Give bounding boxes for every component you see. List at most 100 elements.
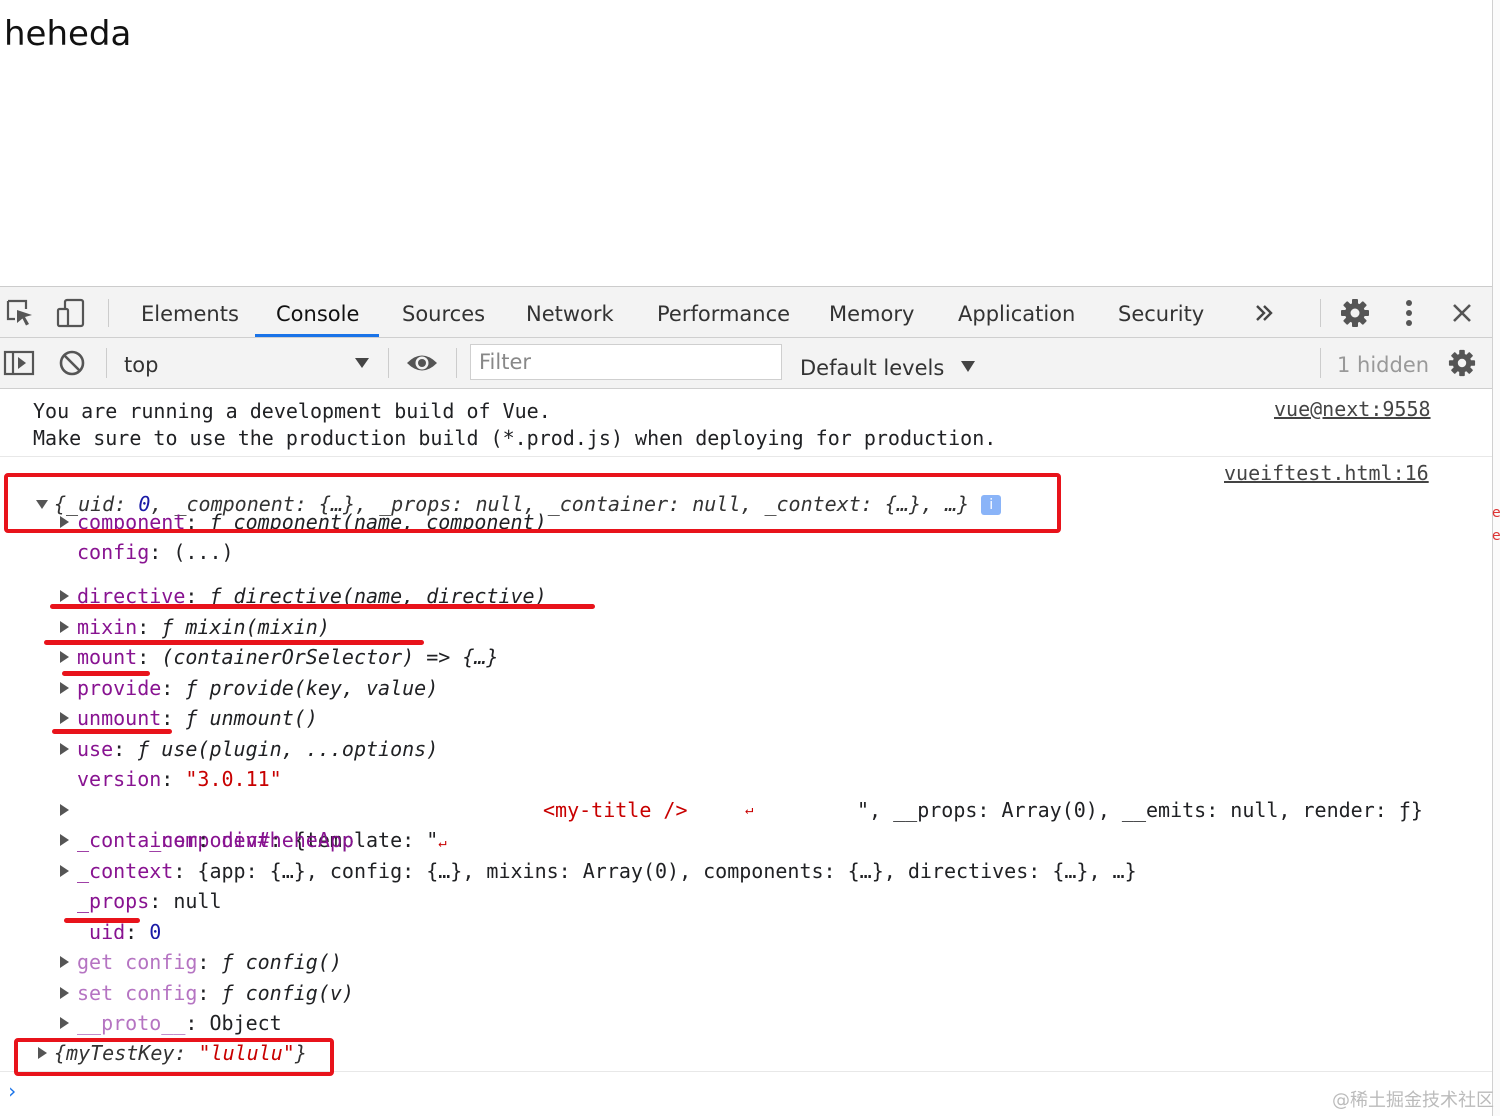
console-prompt[interactable]: › bbox=[6, 1079, 18, 1103]
expand-triangle-icon[interactable] bbox=[60, 834, 69, 846]
property-row[interactable]: _component: {template: "↵ <my-title /> ↵… bbox=[77, 795, 1457, 852]
eye-icon[interactable] bbox=[404, 350, 440, 376]
property-row[interactable]: mount: (containerOrSelector) => {…} bbox=[77, 642, 498, 672]
property-value: ƒ mixin(mixin) bbox=[161, 615, 330, 639]
property-row[interactable]: _container: div#heheApp bbox=[77, 825, 354, 855]
expand-triangle-icon[interactable] bbox=[60, 621, 69, 633]
expand-triangle-icon[interactable] bbox=[60, 1017, 69, 1029]
property-row[interactable]: set config: ƒ config(v) bbox=[77, 978, 354, 1008]
property-value: (containerOrSelector) => {…} bbox=[161, 645, 499, 669]
property-row[interactable]: _props: null bbox=[77, 886, 222, 916]
tab-sources[interactable]: Sources bbox=[402, 287, 485, 337]
return-symbol: ↵ bbox=[745, 802, 754, 818]
property-key: _container bbox=[77, 828, 198, 852]
property-colon: : bbox=[149, 889, 174, 913]
device-toolbar-icon[interactable] bbox=[54, 296, 88, 330]
sidebar-toggle-icon[interactable] bbox=[2, 347, 36, 379]
settings-icon[interactable] bbox=[1446, 348, 1478, 378]
expand-triangle-icon[interactable] bbox=[60, 743, 69, 755]
expand-triangle-icon[interactable] bbox=[60, 804, 69, 816]
property-key: use bbox=[77, 737, 114, 761]
close-icon[interactable] bbox=[1446, 297, 1478, 329]
expand-triangle-icon[interactable] bbox=[60, 712, 69, 724]
property-value: ƒ config(v) bbox=[221, 981, 354, 1005]
tab-application[interactable]: Application bbox=[958, 287, 1075, 337]
window-right-edge bbox=[1492, 0, 1500, 1116]
clear-console-icon[interactable] bbox=[56, 347, 88, 379]
expand-triangle-icon[interactable] bbox=[60, 651, 69, 663]
property-key: _context bbox=[77, 859, 174, 883]
source-link[interactable]: vueiftest.html:16 bbox=[1224, 461, 1429, 485]
property-row[interactable]: _context: {app: {…}, config: {…}, mixins… bbox=[77, 856, 1137, 886]
expand-triangle-icon[interactable] bbox=[60, 956, 69, 968]
tab-network[interactable]: Network bbox=[526, 287, 614, 337]
toolbar-separator bbox=[108, 299, 109, 327]
property-colon: : bbox=[161, 676, 186, 700]
annotation-underline bbox=[64, 918, 140, 923]
property-row[interactable]: get config: ƒ config() bbox=[77, 947, 342, 977]
log-levels-dropdown[interactable]: Default levels bbox=[800, 338, 975, 388]
kebab-menu-icon[interactable] bbox=[1396, 297, 1422, 329]
expand-triangle-icon[interactable] bbox=[60, 987, 69, 999]
property-key: set config bbox=[77, 981, 198, 1005]
expand-triangle-icon[interactable] bbox=[60, 865, 69, 877]
source-link[interactable]: vue@next:9558 bbox=[1274, 397, 1431, 421]
annotation-underline bbox=[52, 729, 172, 734]
tab-console[interactable]: Console bbox=[276, 287, 359, 337]
inspect-element-icon[interactable] bbox=[4, 297, 36, 329]
watermark: @稀土掘金技术社区 bbox=[1332, 1090, 1494, 1111]
property-value: {app: {…}, config: {…}, mixins: Array(0)… bbox=[197, 859, 1137, 883]
property-value: null bbox=[173, 889, 222, 913]
annotation-underline bbox=[44, 640, 424, 645]
property-row[interactable]: use: ƒ use(plugin, ...options) bbox=[77, 734, 438, 764]
expand-triangle-icon[interactable] bbox=[60, 682, 69, 694]
annotation-box bbox=[4, 473, 1061, 533]
toolbar-separator bbox=[106, 348, 107, 378]
context-selector[interactable]: top bbox=[124, 338, 158, 388]
property-key: version bbox=[77, 767, 162, 791]
dropdown-arrow-icon[interactable] bbox=[352, 355, 372, 371]
tab-performance[interactable]: Performance bbox=[657, 287, 790, 337]
console-toolbar: top Default levels 1 hidden bbox=[0, 338, 1492, 389]
tab-security[interactable]: Security bbox=[1118, 287, 1204, 337]
property-key: __proto__ bbox=[77, 1011, 186, 1035]
edge-mark: e bbox=[1492, 505, 1500, 521]
console-warning-line: Make sure to use the production build (*… bbox=[33, 426, 997, 450]
gear-icon[interactable] bbox=[1338, 296, 1372, 330]
hidden-messages-count[interactable]: 1 hidden bbox=[1337, 338, 1429, 388]
toolbar-separator bbox=[1320, 299, 1321, 327]
return-symbol: ↵ bbox=[438, 835, 447, 851]
property-value: 0 bbox=[149, 920, 162, 939]
property-colon: : bbox=[113, 737, 138, 761]
tab-memory[interactable]: Memory bbox=[829, 287, 914, 337]
property-colon: : bbox=[173, 859, 198, 883]
property-key: mixin bbox=[77, 615, 138, 639]
annotation-underline bbox=[62, 671, 150, 676]
devtools-panel: Elements Console Sources Network Perform… bbox=[0, 286, 1492, 1117]
annotation-box bbox=[14, 1038, 334, 1076]
filter-input[interactable] bbox=[470, 344, 782, 380]
property-colon: : bbox=[161, 706, 186, 730]
property-row[interactable]: version: "3.0.11" bbox=[77, 764, 282, 794]
property-colon: : bbox=[197, 828, 222, 852]
property-key: config bbox=[77, 540, 150, 564]
console-warning-line: You are running a development build of V… bbox=[33, 399, 551, 423]
toolbar-separator bbox=[456, 348, 457, 378]
property-key: provide bbox=[77, 676, 162, 700]
property-row[interactable]: mixin: ƒ mixin(mixin) bbox=[77, 612, 330, 642]
property-colon: : bbox=[137, 615, 162, 639]
property-colon: : bbox=[185, 1011, 210, 1035]
property-value: (...) bbox=[173, 540, 234, 564]
property-row[interactable]: provide: ƒ provide(key, value) bbox=[77, 673, 438, 703]
page-heading: heheda bbox=[4, 14, 132, 54]
more-tabs-icon[interactable] bbox=[1250, 299, 1278, 327]
property-row[interactable]: config: (...) bbox=[77, 537, 234, 567]
property-colon: : bbox=[197, 950, 222, 974]
expand-triangle-icon[interactable] bbox=[60, 590, 69, 602]
property-row[interactable]: __proto__: Object bbox=[77, 1008, 282, 1038]
devtools-tabbar: Elements Console Sources Network Perform… bbox=[0, 287, 1492, 338]
edge-mark: e bbox=[1492, 528, 1500, 544]
tab-elements[interactable]: Elements bbox=[141, 287, 239, 337]
active-tab-underline bbox=[255, 334, 379, 337]
chevron-down-icon bbox=[960, 338, 975, 392]
